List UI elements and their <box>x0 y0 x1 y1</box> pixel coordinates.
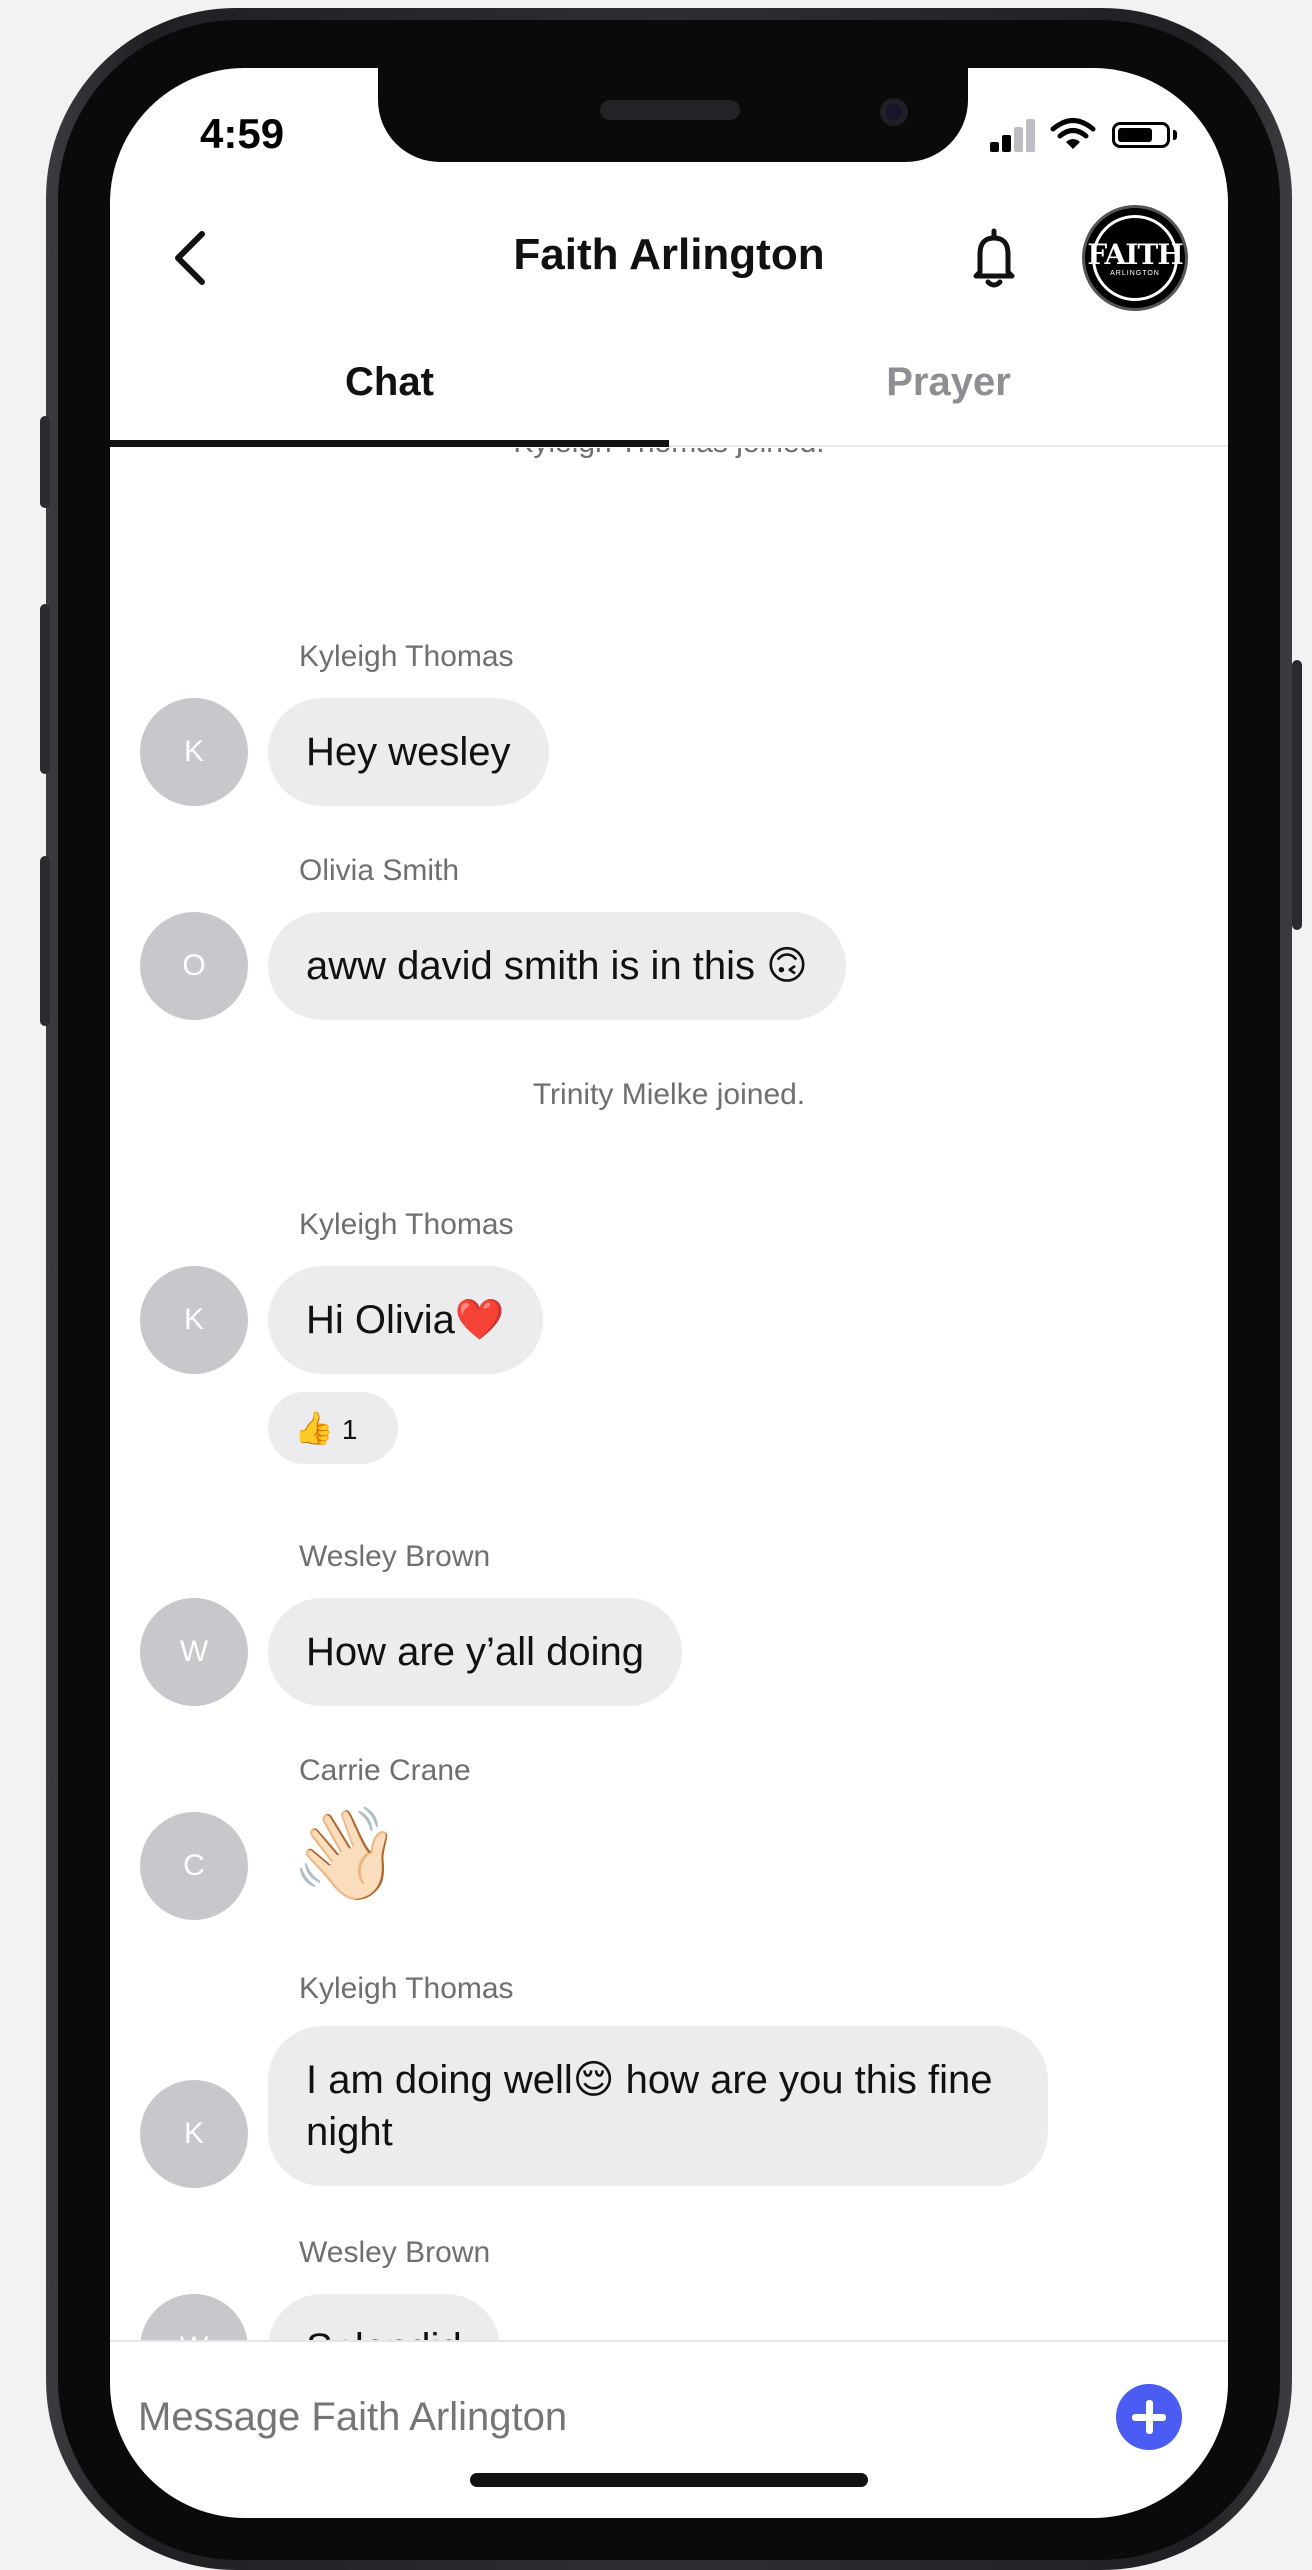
avatar[interactable]: K <box>140 698 248 806</box>
message-bubble[interactable]: Hi Olivia❤️ <box>268 1266 543 1374</box>
message-sender: Wesley Brown <box>299 1540 491 1573</box>
avatar[interactable]: W <box>140 2294 248 2340</box>
signal-icon <box>990 116 1036 152</box>
system-message: Kyleigh Thomas joined. <box>110 448 1228 460</box>
avatar[interactable]: K <box>140 1266 248 1374</box>
logo-subtext: ARLINGTON <box>1110 270 1160 277</box>
message-bubble[interactable]: How are y’all doing <box>268 1598 682 1706</box>
system-message: Trinity Mielke joined. <box>532 1078 806 1111</box>
avatar[interactable]: O <box>140 912 248 1020</box>
message-sender: Carrie Crane <box>299 1754 471 1787</box>
side-button-power <box>1292 660 1302 930</box>
side-button-volume-up <box>40 604 50 774</box>
message-sender: Kyleigh Thomas <box>299 640 514 673</box>
reaction-emoji: 👍 <box>294 1410 334 1446</box>
message-bubble[interactable]: Splendid <box>268 2294 500 2340</box>
reaction-badge[interactable]: 👍 1 <box>268 1392 398 1464</box>
message-bubble[interactable]: aww david smith is in this 🙃 <box>268 912 846 1020</box>
logo-text: FAITH <box>1087 238 1183 271</box>
reaction-count: 1 <box>341 1414 358 1445</box>
message-sender: Kyleigh Thomas <box>299 1208 514 1241</box>
bell-icon[interactable] <box>966 228 1022 292</box>
plus-icon[interactable] <box>1116 2384 1182 2450</box>
message-sender: Olivia Smith <box>299 854 460 887</box>
avatar[interactable]: C <box>140 1812 248 1920</box>
side-button-volume-down <box>40 856 50 1026</box>
notch <box>378 68 968 162</box>
speaker <box>600 100 740 120</box>
avatar[interactable]: W <box>140 1598 248 1706</box>
message-sender: Wesley Brown <box>299 2236 491 2269</box>
message-input[interactable] <box>136 2376 1040 2458</box>
home-indicator[interactable] <box>470 2473 868 2487</box>
group-avatar-logo[interactable]: FAITH ARLINGTON <box>1085 208 1185 308</box>
wifi-icon <box>1050 118 1096 149</box>
screen: 4:59 Faith Arlington FAITH ARLINGTON Cha… <box>110 68 1228 2518</box>
side-button-silent <box>40 416 50 508</box>
message-bubble[interactable]: Hey wesley <box>268 698 549 806</box>
chat-messages[interactable]: Kyleigh Thomas joined. Kyleigh Thomas K … <box>110 448 1228 2340</box>
emoji-message[interactable]: 👋🏻 <box>290 1810 402 1900</box>
tab-prayer[interactable]: Prayer <box>669 360 1228 405</box>
avatar[interactable]: K <box>140 2080 248 2188</box>
battery-icon <box>1112 122 1170 148</box>
tab-chat[interactable]: Chat <box>110 360 669 405</box>
status-time: 4:59 <box>200 110 285 157</box>
composer-divider <box>110 2340 1228 2342</box>
camera <box>880 98 908 126</box>
message-sender: Kyleigh Thomas <box>299 1972 514 2005</box>
tab-active-indicator <box>110 440 669 447</box>
message-bubble[interactable]: I am doing well😌 how are you this fine n… <box>268 2026 1048 2186</box>
page-title: Faith Arlington <box>513 230 825 279</box>
